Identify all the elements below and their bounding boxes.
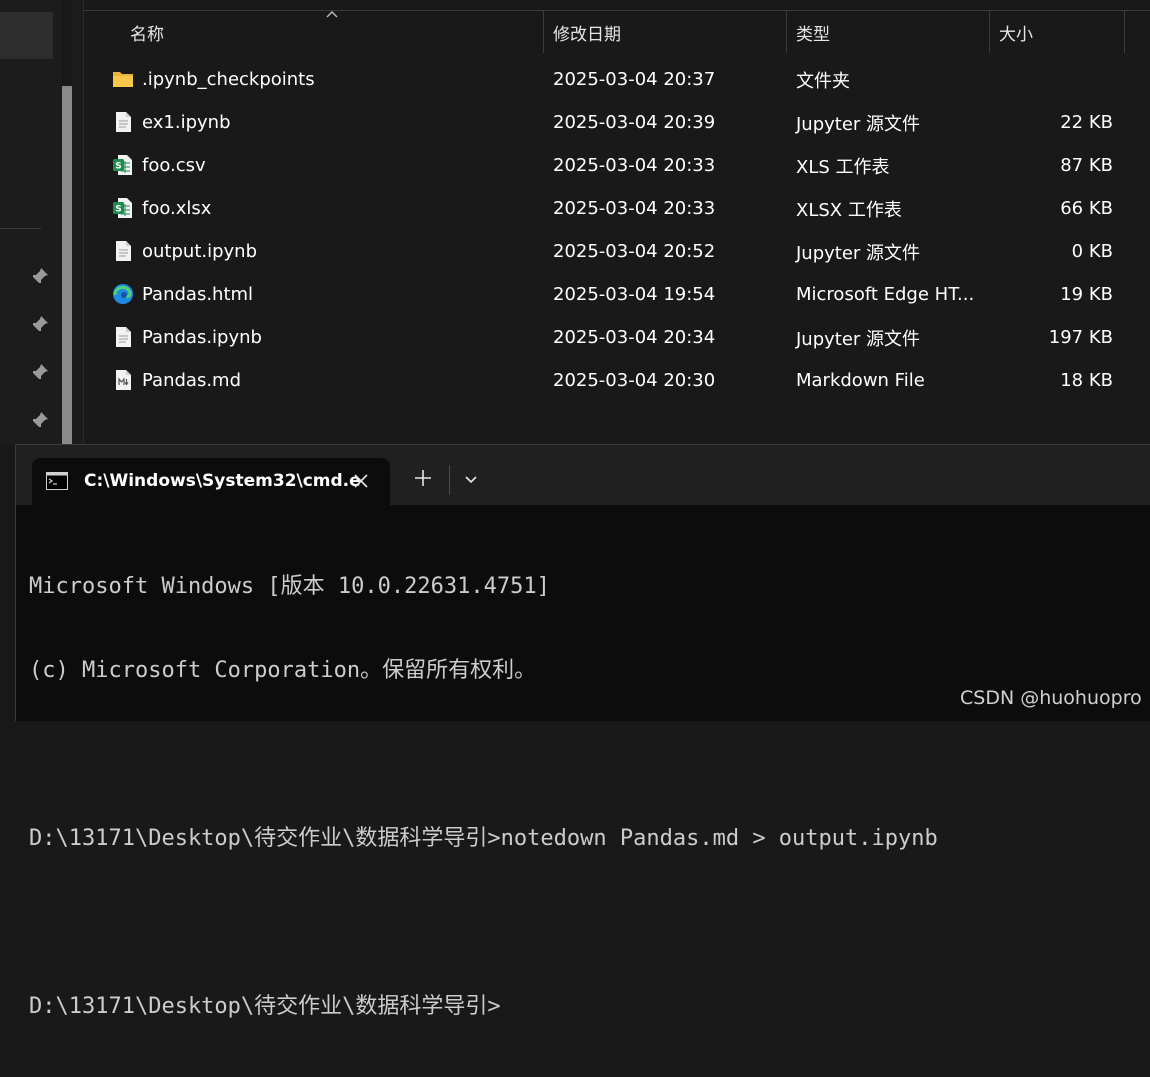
file-size: 87 KB [1060,155,1113,176]
file-date: 2025-03-04 20:33 [553,155,716,176]
file-type: Microsoft Edge HT... [796,284,975,305]
console-line: Microsoft Windows [版本 10.0.22631.4751] [29,574,550,599]
file-name: Pandas.md [142,370,241,391]
console-line: D:\13171\Desktop\待交作业\数据科学导引>notedown Pa… [29,826,938,851]
spreadsheet-icon: S [113,198,132,218]
console-line: (c) Microsoft Corporation。保留所有权利。 [29,658,537,683]
file-icon [116,112,131,132]
markdown-file-icon [116,370,131,390]
folder-icon [113,72,133,87]
file-size: 197 KB [1048,327,1113,348]
watermark: CSDN @huohuopro [960,687,1142,709]
file-name: ex1.ipynb [142,112,231,133]
file-icon [116,241,131,261]
file-size: 22 KB [1060,112,1113,133]
sort-ascending-icon [326,11,338,18]
file-row[interactable]: ex1.ipynb 2025-03-04 20:39 Jupyter 源文件 2… [100,101,1130,144]
file-icon [116,327,131,347]
file-type: Jupyter 源文件 [796,242,921,264]
file-date: 2025-03-04 20:39 [553,112,716,133]
spreadsheet-icon: S [113,155,132,175]
nav-selected-item[interactable] [0,12,53,59]
terminal-window: C:\Windows\System32\cmd.e Microsoft Wind… [15,444,1150,1019]
edge-icon [113,284,133,304]
column-separator[interactable] [989,11,990,53]
new-tab-icon[interactable] [412,467,434,489]
column-header-size[interactable]: 大小 [999,11,1033,53]
file-name: .ipynb_checkpoints [142,69,315,90]
column-separator[interactable] [786,11,787,53]
tab-divider [449,465,450,495]
file-type: XLS 工作表 [796,156,890,178]
file-size: 19 KB [1060,284,1113,305]
file-name: foo.csv [142,155,206,176]
command-prompt-icon [46,472,68,490]
nav-divider [0,228,41,229]
pin-icon[interactable] [30,410,50,430]
pin-icon[interactable] [30,266,50,286]
terminal-tab[interactable]: C:\Windows\System32\cmd.e [32,458,390,505]
svg-text:S: S [115,162,121,172]
navigation-pane [0,0,62,445]
nav-gutter [72,0,82,445]
file-name: Pandas.ipynb [142,327,262,348]
file-date: 2025-03-04 19:54 [553,284,716,305]
column-header-name[interactable]: 名称 [130,11,164,53]
file-date: 2025-03-04 20:37 [553,69,716,90]
terminal-tab-bar: C:\Windows\System32\cmd.e [16,445,1150,505]
file-row[interactable]: .ipynb_checkpoints 2025-03-04 20:37 文件夹 [100,58,1130,101]
close-icon[interactable] [352,472,370,490]
file-type: Jupyter 源文件 [796,328,921,350]
file-date: 2025-03-04 20:52 [553,241,716,262]
nav-scrollbar[interactable] [62,86,72,445]
file-row[interactable]: Pandas.md 2025-03-04 20:30 Markdown File… [100,359,1130,402]
file-type: 文件夹 [796,70,850,92]
pin-icon[interactable] [30,314,50,334]
file-size [950,58,1113,101]
pin-icon[interactable] [30,362,50,382]
file-name: Pandas.html [142,284,254,305]
file-size: 66 KB [1060,198,1113,219]
file-row[interactable]: S foo.csv 2025-03-04 20:33 XLS 工作表 87 KB [100,144,1130,187]
file-date: 2025-03-04 20:34 [553,327,716,348]
file-type: Markdown File [796,370,925,391]
file-type: XLSX 工作表 [796,199,902,221]
file-size: 0 KB [1071,241,1113,262]
file-row[interactable]: output.ipynb 2025-03-04 20:52 Jupyter 源文… [100,230,1130,273]
terminal-tab-title: C:\Windows\System32\cmd.e [84,471,361,491]
console-prompt: D:\13171\Desktop\待交作业\数据科学导引> [29,994,501,1019]
file-size: 18 KB [1060,370,1113,391]
file-type: Jupyter 源文件 [796,113,921,135]
file-row[interactable]: Pandas.ipynb 2025-03-04 20:34 Jupyter 源文… [100,316,1130,359]
file-name: output.ipynb [142,241,258,262]
file-row[interactable]: Pandas.html 2025-03-04 19:54 Microsoft E… [100,273,1130,316]
file-explorer: 名称 修改日期 类型 大小 .ipynb_checkpoints 2025-03… [0,0,1150,445]
file-date: 2025-03-04 20:30 [553,370,716,391]
console-output[interactable]: Microsoft Windows [版本 10.0.22631.4751] (… [29,517,938,1077]
chevron-down-icon[interactable] [460,469,482,491]
column-separator[interactable] [543,11,544,53]
column-header-type[interactable]: 类型 [796,11,830,53]
file-name: foo.xlsx [142,198,212,219]
svg-text:S: S [115,205,121,215]
file-date: 2025-03-04 20:33 [553,198,716,219]
column-header-date[interactable]: 修改日期 [553,11,621,53]
file-row[interactable]: S foo.xlsx 2025-03-04 20:33 XLSX 工作表 66 … [100,187,1130,230]
column-separator[interactable] [1124,11,1125,53]
